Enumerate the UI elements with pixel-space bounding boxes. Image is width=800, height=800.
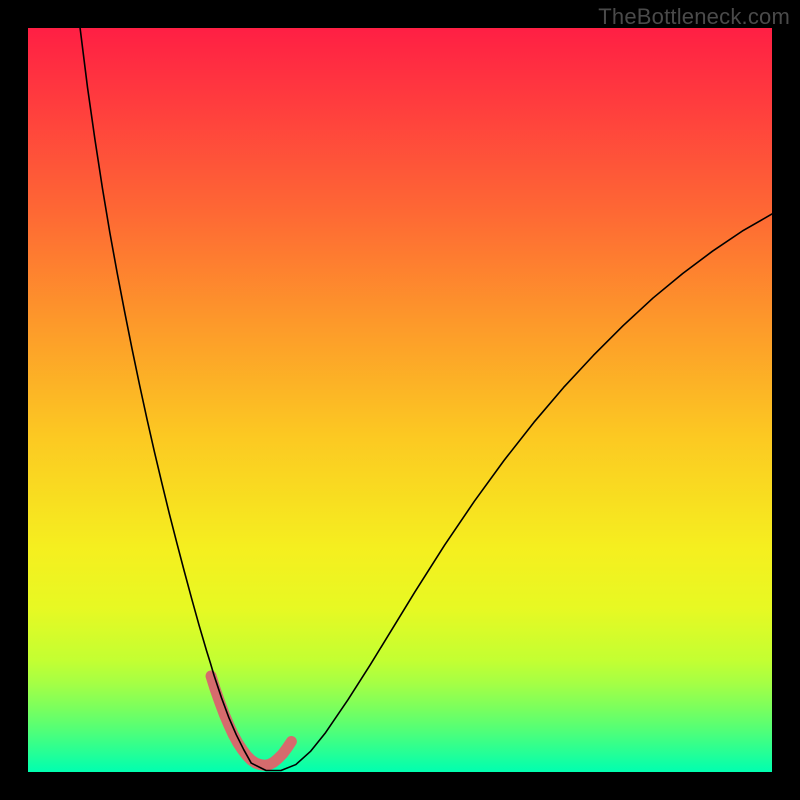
plot-area — [28, 28, 772, 772]
watermark-text: TheBottleneck.com — [598, 4, 790, 30]
gradient-background — [28, 28, 772, 772]
chart-frame — [28, 28, 772, 772]
chart-svg — [28, 28, 772, 772]
